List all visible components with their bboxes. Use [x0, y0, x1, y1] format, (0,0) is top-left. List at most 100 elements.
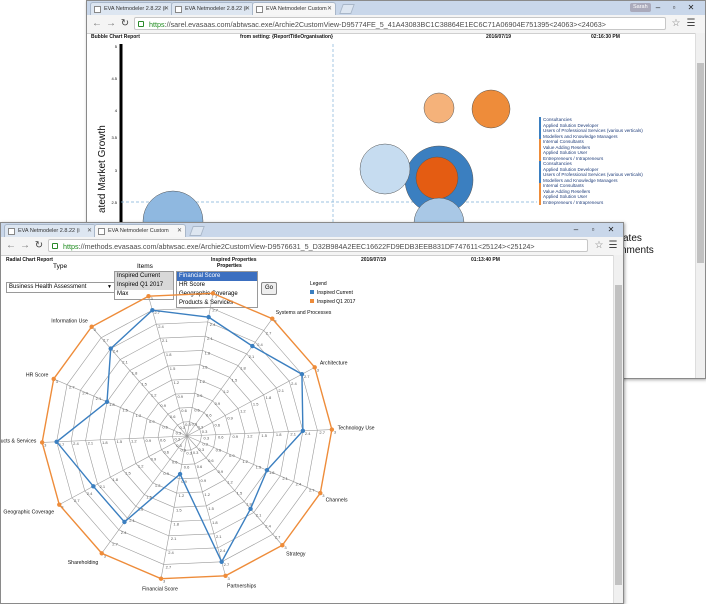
- page-favicon-icon: [256, 6, 263, 13]
- ring-tick-label: 2.7: [166, 564, 172, 569]
- ring-tick-label: 1.2: [223, 389, 229, 394]
- close-window-icon[interactable]: ✕: [684, 1, 698, 15]
- address-bar[interactable]: https://sarel.evasaas.com/abtwsac.exe/Ar…: [134, 17, 666, 30]
- ring-tick-label: 1.8: [112, 477, 118, 482]
- items-option[interactable]: Inspired Q1 2017: [115, 281, 173, 290]
- back-arrow-icon[interactable]: ←: [5, 239, 17, 252]
- ring-tick-label: 2.4: [121, 530, 127, 535]
- radar-data-point: [206, 314, 211, 320]
- radar-data-point: [158, 576, 164, 581]
- new-tab-button[interactable]: [189, 226, 205, 236]
- ring-tick-label: 2.1: [282, 476, 288, 481]
- bookmark-star-icon[interactable]: ☆: [593, 239, 605, 252]
- radar-data-point: [312, 365, 317, 370]
- ring-tick-label: 0.9: [227, 415, 233, 420]
- radar-data-point: [219, 559, 224, 565]
- ring-tick-label: 1.2: [179, 493, 185, 498]
- ring-tick-label: 2.1: [122, 360, 128, 365]
- scrollbar-thumb[interactable]: [615, 285, 622, 585]
- legend-label: Applied Solution Developer: [543, 166, 599, 172]
- ring-tick-label: 3: [228, 576, 231, 581]
- url-scheme: https: [63, 242, 79, 251]
- ring-tick-label: 1.8: [269, 470, 275, 475]
- ring-tick-label: 1.8: [173, 522, 179, 527]
- ring-tick-label: 3: [94, 327, 97, 332]
- legend-label: Internal Consultants: [543, 139, 584, 144]
- partial-text-nments: nments: [621, 245, 654, 256]
- legend-label: Consultancies: [543, 161, 572, 166]
- close-tab-icon[interactable]: ✕: [327, 3, 332, 15]
- radar-data-point: [299, 372, 305, 377]
- radar-data-point: [329, 427, 335, 432]
- ring-tick-label: 1.2: [247, 433, 253, 438]
- user-badge[interactable]: Sarah: [630, 3, 651, 12]
- menu-icon[interactable]: ☰: [685, 17, 697, 30]
- ring-tick-label: 2.4: [305, 431, 311, 436]
- ring-tick-label: 2.4: [82, 390, 88, 395]
- url-path: ://methods.evasaas.com/abtwsac.exe/Archi…: [78, 242, 535, 251]
- ring-tick-label: 2.4: [168, 550, 174, 555]
- ring-tick-label: 2.4: [158, 324, 164, 329]
- ring-tick-label: 2.7: [212, 308, 218, 313]
- ring-tick-label: 2.7: [103, 338, 109, 343]
- bubble-orange: [471, 89, 511, 129]
- close-window-icon[interactable]: ✕: [604, 223, 618, 237]
- ring-tick-label: 0.6: [194, 407, 200, 412]
- scrollbar-thumb[interactable]: [697, 63, 704, 263]
- ring-tick-label: 2.1: [207, 336, 213, 341]
- scrollbar[interactable]: [695, 33, 705, 378]
- ring-tick-label: 2.4: [220, 548, 226, 553]
- close-tab-icon[interactable]: ✕: [177, 225, 182, 237]
- minimize-icon[interactable]: –: [569, 223, 583, 237]
- ring-tick-label: 3: [334, 430, 337, 435]
- bookmark-star-icon[interactable]: ☆: [670, 17, 682, 30]
- forward-arrow-icon[interactable]: →: [105, 17, 117, 30]
- tab-eva-netmodeler-2[interactable]: EVA Netmodeler 2.8.22 (i ✕: [171, 2, 254, 15]
- address-bar[interactable]: https://methods.evasaas.com/abtwsac.exe/…: [48, 239, 588, 252]
- ring-tick-label: 1.8: [109, 402, 115, 407]
- ring-tick-label: 2.4: [73, 441, 79, 446]
- ring-tick-label: 0.9: [197, 393, 203, 398]
- ring-tick-label: 1.8: [166, 352, 172, 357]
- new-tab-button[interactable]: [339, 4, 355, 14]
- close-tab-icon[interactable]: ✕: [245, 3, 250, 15]
- tab-eva-netmodeler-custom[interactable]: EVA Netmodeler Custom ✕: [94, 224, 186, 237]
- radar-data-point: [91, 484, 96, 489]
- ring-tick-label: 0.6: [215, 422, 221, 427]
- tab-eva-netmodeler-1[interactable]: EVA Netmodeler 2.8.22 (i ✕: [90, 2, 173, 15]
- browser-toolbar: ← → ↻ https://methods.evasaas.com/abtwsa…: [1, 237, 623, 256]
- ring-tick-label: 1.5: [125, 470, 131, 475]
- scrollbar[interactable]: [613, 255, 623, 603]
- url-scheme: https: [149, 20, 165, 29]
- forward-arrow-icon[interactable]: →: [19, 239, 31, 252]
- ring-tick-label: 2.1: [278, 388, 284, 393]
- ring-tick-label: 0.6: [184, 465, 190, 470]
- close-tab-icon[interactable]: ✕: [87, 225, 92, 237]
- legend-label: Entrepreneurs / Intrapreneurs: [543, 155, 604, 161]
- ring-tick-label: 0.9: [215, 401, 221, 406]
- close-tab-icon[interactable]: ✕: [164, 3, 169, 15]
- maximize-icon[interactable]: ▫: [667, 1, 681, 15]
- partial-text-ates: ates: [623, 233, 642, 244]
- items-option[interactable]: Inspired Current: [115, 272, 173, 281]
- legend-title: Legend: [310, 281, 327, 287]
- ring-tick-label: 0.3: [176, 430, 182, 435]
- reload-icon[interactable]: ↻: [119, 17, 131, 30]
- ring-tick-label: 0.9: [160, 403, 166, 408]
- ring-tick-label: 1.2: [240, 409, 246, 414]
- menu-icon[interactable]: ☰: [607, 239, 619, 252]
- ring-tick-label: 1.2: [227, 480, 233, 485]
- tab-eva-netmodeler-custom[interactable]: EVA Netmodeler Custom ✕: [252, 2, 336, 15]
- minimize-icon[interactable]: –: [651, 1, 665, 15]
- ring-tick-label: 0.9: [177, 394, 183, 399]
- properties-option[interactable]: Financial Score: [177, 272, 257, 281]
- reload-icon[interactable]: ↻: [33, 239, 45, 252]
- ring-tick-label: 0.6: [208, 458, 214, 463]
- radar-data-point: [248, 506, 253, 512]
- properties-option[interactable]: HR Score: [177, 281, 257, 290]
- tab-eva-netmodeler[interactable]: EVA Netmodeler 2.8.22 (i ✕: [4, 224, 96, 237]
- back-arrow-icon[interactable]: ←: [91, 17, 103, 30]
- radar-axis-label: Architecture: [320, 361, 348, 367]
- page-favicon-icon: [98, 228, 105, 235]
- maximize-icon[interactable]: ▫: [586, 223, 600, 237]
